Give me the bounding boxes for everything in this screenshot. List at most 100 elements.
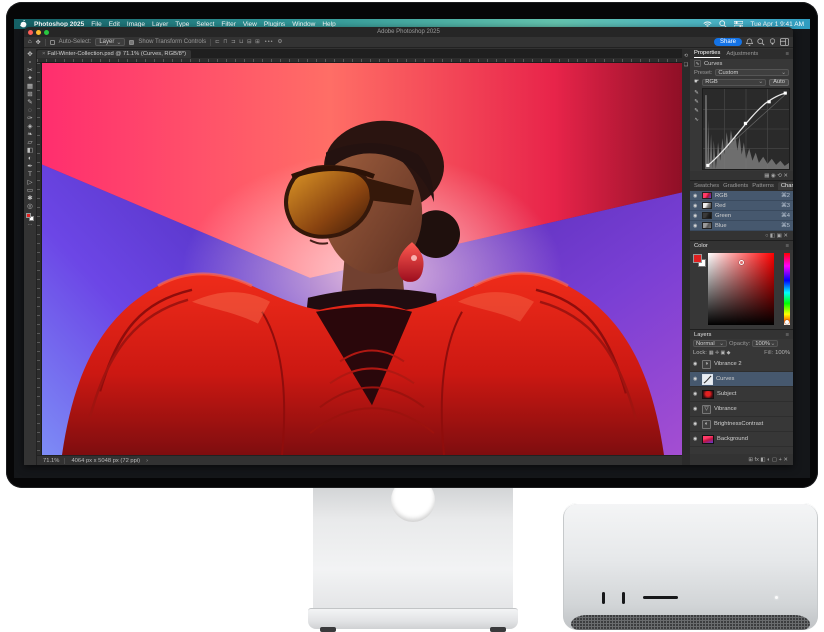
pen-tool[interactable]: ✒ [27,163,32,170]
comments-icon[interactable]: ❑ [684,62,688,68]
panel-menu-icon[interactable]: ≡ [786,332,789,338]
layer-row-background[interactable]: ◉ Background [690,432,793,447]
workspace-switcher-icon[interactable] [780,38,789,46]
auto-select-checkbox[interactable] [50,40,55,45]
brush-tool[interactable]: ✑ [27,115,32,122]
channel-row-green[interactable]: ◉ Green ⌘4 [690,211,793,221]
move-tool[interactable]: ✥ [27,51,32,58]
curves-layer-thumbnail[interactable] [702,374,713,385]
visibility-eye-icon[interactable]: ◉ [693,421,699,427]
panel-dock: Properties Adjustments ≡ ∿ Curves Preset… [690,49,793,465]
auto-button[interactable]: Auto [769,79,789,86]
canvas[interactable] [37,63,682,455]
opacity-dropdown[interactable]: 100%⌄ [752,340,778,347]
tab-properties[interactable]: Properties [694,50,720,58]
foreground-color[interactable] [693,254,702,263]
layer-row-subject[interactable]: ◉ Subject [690,387,793,402]
tab-patterns[interactable]: Patterns [752,183,774,189]
home-icon[interactable]: ⌂ [28,39,32,45]
zoom-level[interactable]: 71.1% [43,458,65,464]
share-button[interactable]: Share [714,38,742,46]
status-chevron-icon[interactable]: › [146,458,148,464]
clone-stamp-tool[interactable]: ◈ [28,123,33,130]
hue-cursor[interactable] [785,320,789,324]
visibility-eye-icon[interactable]: ◉ [693,436,699,442]
curves-footer-icons[interactable]: ▦ ◉ ⟲ ✕ [690,171,793,180]
panel-menu-icon[interactable]: ≡ [786,51,789,57]
channels-footer-icons[interactable]: ○ ◧ ▣ ✕ [690,231,793,240]
curves-graph[interactable] [702,88,790,170]
lightbulb-icon[interactable] [769,38,776,46]
color-swatches[interactable] [26,213,34,221]
visibility-eye-icon[interactable]: ◉ [693,193,699,199]
tab-gradients[interactable]: Gradients [723,183,748,189]
fill-value[interactable]: 100% [775,350,790,356]
tab-swatches[interactable]: Swatches [694,183,719,189]
hue-slider[interactable] [784,253,790,325]
targeted-adjustment-icon[interactable]: ☛ [694,79,699,85]
channel-row-red[interactable]: ◉ Red ⌘3 [690,201,793,211]
eraser-tool[interactable]: ▱ [28,139,33,146]
lasso-tool[interactable]: ✂ [27,67,32,74]
white-point-eyedropper-icon[interactable]: ✎ [694,108,699,114]
vibrance-adjustment-icon: ◑ [702,360,711,369]
document-tab[interactable]: × Fall-Winter-Collection.psd @ 71.1% (Cu… [37,50,191,58]
dodge-tool[interactable]: ◐ [28,155,32,162]
align-buttons[interactable]: ⊏ ⊓ ⊐ ⊔ ⊟ ⊞ [215,39,261,45]
channel-row-rgb[interactable]: ◉ RGB ⌘2 [690,191,793,201]
hand-tool[interactable]: ✱ [27,195,32,202]
visibility-eye-icon[interactable]: ◉ [693,213,699,219]
curve-pencil-icon[interactable]: ∿ [694,117,699,123]
frame-tool[interactable]: ⊞ [27,91,32,98]
gradient-tool[interactable]: ◧ [27,147,33,154]
layer-row-curves[interactable]: ◉ Curves [690,372,793,387]
color-picker[interactable] [690,250,793,329]
crop-tool[interactable]: ▦ [27,83,33,90]
tab-channels[interactable]: Channels [778,182,793,190]
path-select-tool[interactable]: ▷ [28,179,33,186]
color-panel-header[interactable]: Color ≡ [690,241,793,250]
history-brush-tool[interactable]: ❧ [27,131,32,138]
eyedropper-tool[interactable]: ✎ [27,99,32,106]
lock-buttons[interactable]: ▦ ✛ ▣ ◆ [709,350,731,356]
layers-footer-icons[interactable]: ⊞ fx ◧ ◐ ▢ + ✕ [690,454,793,465]
layer-row-brightness-contrast[interactable]: ◉ ◐ BrightnessContrast [690,417,793,432]
panel-menu-icon[interactable]: ≡ [786,243,789,249]
move-tool-icon[interactable]: ✥ [36,39,41,46]
search-icon[interactable] [757,38,765,46]
foreground-color[interactable] [26,213,31,218]
visibility-eye-icon[interactable]: ◉ [693,223,699,229]
type-tool[interactable]: T [28,171,32,178]
channel-dropdown[interactable]: RGB⌄ [702,79,766,86]
window-title-bar[interactable]: Adobe Photoshop 2025 [24,27,793,37]
gear-icon[interactable]: ⚙ [278,39,284,45]
color-field-cursor[interactable] [739,260,744,265]
layer-row-vibrance[interactable]: ◉ ▽ Vibrance [690,402,793,417]
visibility-eye-icon[interactable]: ◉ [693,391,699,397]
toolbar-extra-icons[interactable]: ⋯ [28,222,33,229]
visibility-eye-icon[interactable]: ◉ [693,203,699,209]
history-icon[interactable]: ⟲ [684,53,688,59]
visibility-eye-icon[interactable]: ◉ [693,406,699,412]
blend-mode-dropdown[interactable]: Normal⌄ [693,340,727,347]
tab-adjustments[interactable]: Adjustments [726,51,758,57]
fg-bg-swatches[interactable] [693,254,706,267]
preset-dropdown[interactable]: Custom⌄ [715,69,789,76]
shape-tool[interactable]: ▭ [27,187,33,194]
marquee-tool[interactable]: ▫ [29,59,31,66]
gray-point-eyedropper-icon[interactable]: ✎ [694,99,699,105]
quick-select-tool[interactable]: ✦ [27,75,32,82]
channel-row-blue[interactable]: ◉ Blue ⌘5 [690,221,793,231]
visibility-eye-icon[interactable]: ◉ [693,376,699,382]
auto-select-dropdown[interactable]: Layer⌄ [95,38,125,46]
more-options-icon[interactable]: ••• [265,39,274,45]
layers-panel-header[interactable]: Layers ≡ [690,330,793,339]
layer-row-vibrance2[interactable]: ◉ ◑ Vibrance 2 [690,357,793,372]
notifications-bell-icon[interactable] [746,38,753,46]
zoom-tool[interactable]: ◎ [27,203,33,210]
visibility-eye-icon[interactable]: ◉ [693,361,699,367]
black-point-eyedropper-icon[interactable]: ✎ [694,90,699,96]
show-transform-checkbox[interactable] [129,40,134,45]
healing-tool[interactable]: ◌ [28,107,32,114]
close-tab-icon[interactable]: × [42,51,45,57]
